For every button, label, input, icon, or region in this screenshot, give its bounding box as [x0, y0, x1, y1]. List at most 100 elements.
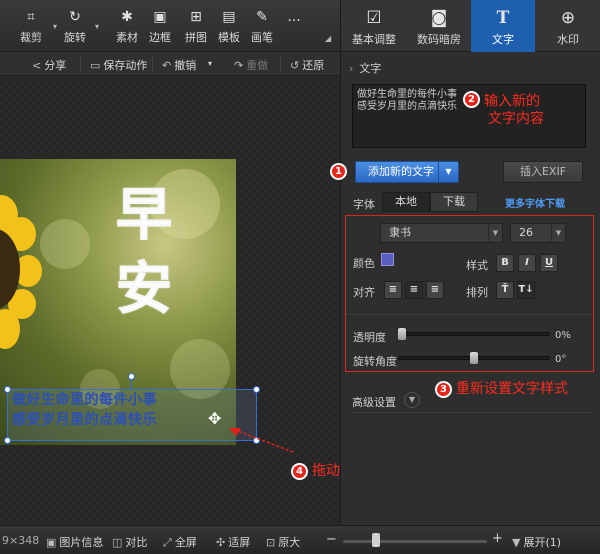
annotation-arrow: [229, 428, 294, 453]
adjust-icon: ☑: [366, 8, 382, 28]
restore-button[interactable]: ↺ 还原: [290, 57, 324, 73]
compare-button[interactable]: ◫ 对比: [112, 534, 147, 550]
font-size-select[interactable]: 26 ▼: [510, 223, 566, 243]
redo-button[interactable]: ↷ 重做: [234, 57, 268, 73]
undo-icon: ↶: [162, 59, 172, 72]
crop-tool[interactable]: ⌗ 裁剪: [14, 8, 48, 45]
annotation-badge-3: 3: [435, 380, 452, 398]
toolbar-collapse-icon[interactable]: ◢: [325, 34, 331, 43]
image-icon: ▣: [46, 536, 57, 549]
frame-tool[interactable]: ▣ 边框: [143, 8, 177, 45]
annotation-reset-style: 3 重新设置文字样式: [435, 378, 568, 398]
brush-tool[interactable]: ✎ 画笔: [245, 8, 279, 45]
original-size-button[interactable]: ⊡ 原大: [266, 534, 300, 550]
undo-dropdown-icon[interactable]: ▾: [208, 59, 212, 68]
save-action-button[interactable]: ▭ 保存动作: [90, 57, 147, 73]
rotation-value: 0°: [555, 354, 567, 365]
underline-button[interactable]: U: [540, 254, 558, 272]
chevron-down-icon: ▼: [488, 224, 502, 242]
insert-exif-button[interactable]: 插入EXIF: [503, 161, 583, 183]
text-color-swatch[interactable]: [381, 253, 394, 266]
text-icon: T: [496, 8, 510, 28]
restore-icon: ↺: [290, 59, 300, 72]
align-label: 对齐: [353, 286, 375, 299]
chevron-down-icon[interactable]: ▼: [438, 162, 458, 182]
template-icon: ▤: [222, 9, 236, 25]
undo-button[interactable]: ↶ 撤销: [162, 57, 196, 73]
resize-handle-bottom-left[interactable]: [4, 437, 11, 444]
fit-screen-icon: ✣: [216, 536, 226, 549]
font-local-tab[interactable]: 本地: [382, 192, 430, 212]
move-cursor-icon: ✥: [208, 409, 222, 428]
image-info-button[interactable]: ▣ 图片信息: [46, 534, 103, 550]
style-label: 样式: [466, 259, 488, 272]
top-toolbar: ⌗ 裁剪 ▾ ↻ 旋转 ▾ ✱ 素材 ▣ 边框 ⊞ 拼图 ▤ 模板 ✎ 画笔 .…: [0, 0, 340, 52]
zoom-in-icon[interactable]: +: [492, 531, 503, 546]
resize-handle-top-right[interactable]: [253, 386, 260, 393]
zoom-out-icon[interactable]: −: [326, 532, 337, 547]
rotate-tool[interactable]: ↻ 旋转: [58, 8, 92, 45]
original-size-icon: ⊡: [266, 536, 276, 549]
rotation-slider-knob[interactable]: [470, 352, 478, 364]
template-tool[interactable]: ▤ 模板: [212, 8, 246, 45]
tab-basic-adjust[interactable]: ☑ 基本调整: [341, 0, 407, 52]
more-tool[interactable]: ...: [277, 8, 311, 26]
rotate-dropdown-icon[interactable]: ▾: [95, 22, 99, 31]
opacity-value: 0%: [555, 330, 571, 341]
image-dimensions: 9×348: [2, 534, 40, 547]
font-label: 字体: [353, 198, 375, 211]
share-button[interactable]: < 分享: [32, 57, 66, 73]
resize-handle-top-left[interactable]: [4, 386, 11, 393]
tab-text[interactable]: T 文字: [471, 0, 535, 52]
horizontal-text-icon: Ť: [501, 284, 509, 295]
rotation-handle[interactable]: [128, 373, 135, 380]
crop-icon: ⌗: [27, 9, 35, 25]
section-text-header[interactable]: › 文字: [349, 60, 381, 76]
align-right-button[interactable]: ≡: [426, 281, 444, 299]
more-fonts-link[interactable]: 更多字体下载: [505, 195, 565, 210]
add-text-button[interactable]: 添加新的文字 ▼: [355, 161, 459, 183]
font-family-select[interactable]: 隶书 ▼: [380, 223, 503, 243]
align-left-icon: ≡: [388, 284, 398, 295]
redo-icon: ↷: [234, 59, 244, 72]
italic-button[interactable]: I: [518, 254, 536, 272]
expand-icon: ▼: [512, 536, 521, 549]
opacity-slider-knob[interactable]: [398, 328, 406, 340]
align-left-button[interactable]: ≡: [384, 281, 402, 299]
font-download-tab[interactable]: 下载: [430, 192, 478, 212]
headline-text[interactable]: 早安: [104, 179, 184, 327]
vertical-text-button[interactable]: T↓: [517, 281, 535, 299]
fullscreen-icon: ⤢: [163, 536, 172, 549]
chevron-down-icon[interactable]: ▼: [404, 392, 420, 408]
bokeh-light: [40, 219, 90, 269]
annotation-badge-1: 1: [330, 163, 347, 180]
expand-button[interactable]: ▼ 展开(1): [512, 534, 561, 550]
frame-icon: ▣: [153, 9, 167, 25]
canvas-area[interactable]: 早安 做好生命里的每件小事 感受岁月里的点滴快乐 ✥ 4拖动设置位置: [0, 77, 396, 525]
tab-darkroom[interactable]: ◙ 数码暗房: [407, 0, 471, 52]
rotation-label: 旋转角度: [353, 355, 397, 368]
divider: [280, 56, 281, 72]
bold-button[interactable]: B: [496, 254, 514, 272]
zoom-slider[interactable]: [343, 540, 487, 543]
opacity-slider[interactable]: [398, 332, 550, 336]
material-tool[interactable]: ✱ 素材: [110, 8, 144, 45]
zoom-slider-knob[interactable]: [372, 533, 380, 547]
crop-dropdown-icon[interactable]: ▾: [53, 22, 57, 31]
chevron-down-icon: ▼: [551, 224, 565, 242]
fit-screen-button[interactable]: ✣ 适屏: [216, 534, 250, 550]
tab-watermark[interactable]: ⊕ 水印: [535, 0, 600, 52]
text-overlay-line-1: 做好生命里的每件小事: [12, 392, 157, 408]
fullscreen-button[interactable]: ⤢ 全屏: [163, 534, 197, 550]
horizontal-text-button[interactable]: Ť: [496, 281, 514, 299]
opacity-label: 透明度: [353, 331, 386, 344]
status-bar: 9×348 ▣ 图片信息 ◫ 对比 ⤢ 全屏 ✣ 适屏 ⊡ 原大 − + ▼ 展开(1): [0, 525, 600, 554]
align-center-button[interactable]: ≡: [405, 281, 423, 299]
more-icon: ...: [287, 9, 301, 25]
share-icon: <: [32, 59, 42, 72]
collage-tool[interactable]: ⊞ 拼图: [179, 8, 213, 45]
star-icon: ✱: [121, 9, 133, 25]
vertical-text-icon: T↓: [518, 284, 534, 295]
align-right-icon: ≡: [430, 284, 440, 295]
advanced-settings-label[interactable]: 高级设置: [352, 394, 396, 410]
